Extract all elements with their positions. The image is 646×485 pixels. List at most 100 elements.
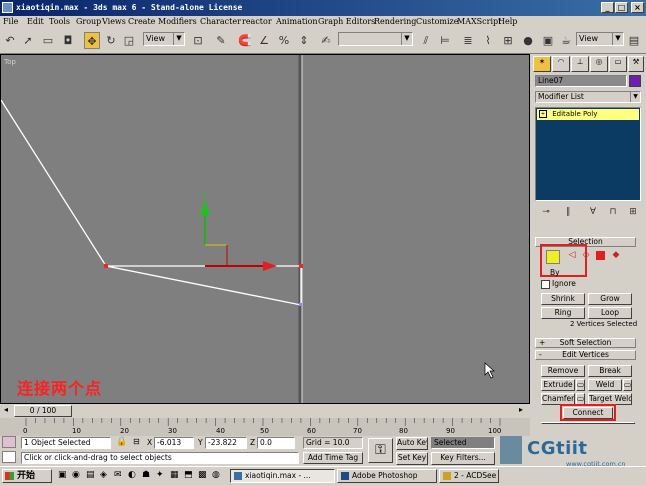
soft-selection-rollout-title[interactable]: + Soft Selection <box>535 338 636 348</box>
grow-button[interactable]: Grow <box>588 293 632 305</box>
undo-icon[interactable]: ↶ <box>2 32 18 49</box>
quicklaunch-icon[interactable]: ▣ <box>58 470 67 480</box>
quicklaunch-icon[interactable]: ◉ <box>72 470 80 480</box>
close-icon[interactable]: × <box>631 2 644 13</box>
vertex-selected[interactable] <box>104 264 108 268</box>
curve-editor-icon[interactable]: ⌇ <box>480 32 496 49</box>
motion-tab-icon[interactable]: ◎ <box>590 56 608 72</box>
display-tab-icon[interactable]: ▭ <box>609 56 627 72</box>
vertex-selected[interactable] <box>299 264 303 268</box>
set-key-button[interactable]: Set Key <box>396 452 428 465</box>
create-tab-icon[interactable]: ✶ <box>533 56 551 72</box>
quicklaunch-icon[interactable]: ✦ <box>156 470 164 480</box>
menu-reactor[interactable]: reactor <box>242 17 272 26</box>
x-coordinate-field[interactable]: -6.013 <box>154 437 194 449</box>
render-last-icon[interactable]: ▤ <box>626 32 642 49</box>
extrude-button[interactable]: Extrude <box>541 379 575 391</box>
maxscript-listener-icon[interactable] <box>2 436 16 448</box>
time-slider-thumb[interactable]: 0 / 100 <box>14 405 72 417</box>
stack-item-editable-poly[interactable]: + Editable Poly <box>537 109 639 120</box>
gizmo-x-arrow[interactable] <box>263 261 277 271</box>
snap-icon[interactable]: 🧲 <box>237 32 253 49</box>
modify-tab-icon[interactable]: ◠ <box>552 56 570 72</box>
menu-group[interactable]: Group <box>76 17 101 26</box>
menu-tools[interactable]: Tools <box>49 17 70 26</box>
quicklaunch-icon[interactable]: ◈ <box>100 470 107 480</box>
schematic-view-icon[interactable]: ⊞ <box>500 32 516 49</box>
shrink-button[interactable]: Shrink <box>541 293 585 305</box>
quicklaunch-icon[interactable]: ⬒ <box>184 470 193 480</box>
scale-icon[interactable]: ◲ <box>121 32 137 49</box>
menu-customize[interactable]: Customize <box>416 17 459 26</box>
weld-button[interactable]: Weld <box>588 379 622 391</box>
menu-rendering[interactable]: Rendering <box>374 17 416 26</box>
hierarchy-tab-icon[interactable]: ⊥ <box>571 56 589 72</box>
modifier-stack[interactable]: + Editable Poly <box>535 107 641 201</box>
menu-views[interactable]: Views <box>102 17 126 26</box>
percent-snap-icon[interactable]: % <box>276 32 292 49</box>
spline-object[interactable] <box>1 99 302 306</box>
app-icon[interactable] <box>2 2 13 13</box>
remove-button[interactable]: Remove <box>541 365 585 377</box>
menu-character[interactable]: Character <box>200 17 241 26</box>
menu-graph-editors[interactable]: Graph Editors <box>318 17 375 26</box>
named-selection-icon[interactable]: ✍ <box>318 32 334 49</box>
render-scene-icon[interactable]: ▣ <box>540 32 556 49</box>
vertex[interactable] <box>299 303 302 306</box>
maxscript-mini-listener[interactable] <box>2 451 16 463</box>
set-key-icon[interactable]: ⚿ <box>368 438 393 463</box>
start-button[interactable]: 开始 <box>2 469 52 483</box>
object-color-swatch[interactable] <box>629 75 641 87</box>
window-crossing-icon[interactable]: ◘ <box>60 32 76 49</box>
task-3dsmax[interactable]: xiaotiqin.max - ... <box>230 469 335 483</box>
make-unique-icon[interactable]: ∀ <box>585 204 601 221</box>
pivot-icon[interactable]: ⊡ <box>190 32 206 49</box>
weld-settings-icon[interactable]: ▭ <box>623 379 632 391</box>
quicklaunch-icon[interactable]: ▩ <box>198 470 207 480</box>
key-filters-button[interactable]: Key Filters... <box>431 452 495 465</box>
expand-icon[interactable]: + <box>539 110 547 118</box>
quicklaunch-icon[interactable]: ◐ <box>128 470 136 480</box>
remove-modifier-icon[interactable]: ⊓ <box>605 204 621 221</box>
time-prev-icon[interactable]: ◂ <box>4 405 8 414</box>
minimize-icon[interactable]: _ <box>601 2 614 13</box>
render-type-dropdown[interactable]: View ▼ <box>576 32 624 46</box>
show-end-result-icon[interactable]: ∥ <box>560 204 576 221</box>
break-button[interactable]: Break <box>588 365 632 377</box>
modifier-list-dropdown[interactable]: Modifier List ▼ <box>535 91 641 103</box>
menu-edit[interactable]: Edit <box>27 17 44 26</box>
select-region-icon[interactable]: ▭ <box>40 32 56 49</box>
track-bar[interactable]: 0 10 20 30 40 50 60 70 80 90 100 <box>0 418 530 436</box>
mirror-icon[interactable]: ⫽ <box>418 32 434 49</box>
ring-button[interactable]: Ring <box>541 307 585 319</box>
auto-key-button[interactable]: Auto Key <box>396 437 428 450</box>
element-mode-icon[interactable]: ◆ <box>608 247 624 264</box>
menu-file[interactable]: File <box>3 17 18 26</box>
lock-selection-icon[interactable]: 🔒 <box>116 437 127 447</box>
menu-create[interactable]: Create <box>128 17 155 26</box>
z-coordinate-field[interactable]: 0.0 <box>257 437 295 449</box>
named-selection-dropdown[interactable]: ▼ <box>338 32 413 46</box>
pin-stack-icon[interactable]: ⊸ <box>538 204 554 221</box>
quick-render-icon[interactable]: ☕ <box>558 32 574 49</box>
loop-button[interactable]: Loop <box>588 307 632 319</box>
viewport-top[interactable]: Top y 连接两个点 <box>0 54 530 404</box>
gizmo-y-arrow[interactable] <box>200 200 210 215</box>
quicklaunch-icon[interactable]: ◍ <box>212 470 220 480</box>
y-coordinate-field[interactable]: -23.822 <box>205 437 247 449</box>
configure-sets-icon[interactable]: ⊞ <box>625 204 641 221</box>
polygon-mode-icon[interactable] <box>596 251 605 260</box>
add-time-tag-button[interactable]: Add Time Tag <box>303 452 363 464</box>
angle-snap-icon[interactable]: ∠ <box>256 32 272 49</box>
material-editor-icon[interactable]: ● <box>520 32 536 49</box>
quicklaunch-icon[interactable]: ▤ <box>86 470 95 480</box>
edit-vertices-rollout-title[interactable]: - Edit Vertices <box>535 350 636 360</box>
time-slider[interactable]: 0 / 100 ◂ ▸ <box>0 404 530 418</box>
task-photoshop[interactable]: Adobe Photoshop <box>337 469 437 483</box>
menu-help[interactable]: Help <box>498 17 517 26</box>
rotate-icon[interactable]: ↻ <box>103 32 119 49</box>
key-mode-dropdown[interactable]: Selected <box>431 437 495 449</box>
align-icon[interactable]: ⊨ <box>437 32 453 49</box>
quicklaunch-icon[interactable]: ✉ <box>114 470 122 480</box>
menu-animation[interactable]: Animation <box>276 17 318 26</box>
